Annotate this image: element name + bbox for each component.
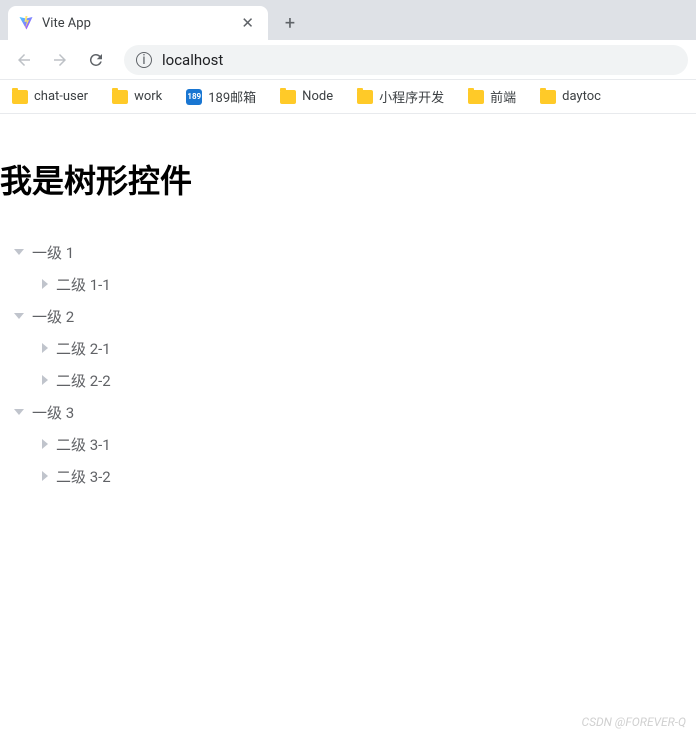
browser-tab-bar: Vite App ✕ + — [0, 0, 696, 40]
tree-node-level2[interactable]: 二级 3-2 — [0, 460, 696, 492]
tree-node-level2[interactable]: 二级 3-1 — [0, 428, 696, 460]
tree-node-level2[interactable]: 二级 1-1 — [0, 268, 696, 300]
site-info-icon[interactable]: i — [136, 52, 152, 68]
reload-icon — [87, 51, 105, 69]
bookmark-item[interactable]: 前端 — [468, 87, 516, 106]
address-bar[interactable]: i localhost — [124, 45, 688, 75]
bookmark-item[interactable]: 小程序开发 — [357, 87, 444, 106]
forward-button[interactable] — [44, 44, 76, 76]
reload-button[interactable] — [80, 44, 112, 76]
bookmark-label: daytoc — [562, 89, 601, 104]
bookmark-item[interactable]: chat-user — [12, 89, 88, 104]
browser-tab[interactable]: Vite App ✕ — [8, 6, 268, 40]
chevron-down-icon — [14, 313, 24, 319]
back-button[interactable] — [8, 44, 40, 76]
page-content: 我是树形控件 一级 1 二级 1-1 一级 2 二级 2-1 二级 2-2 一级 3 二级 … — [0, 114, 696, 492]
tab-title: Vite App — [42, 16, 229, 31]
folder-icon — [280, 90, 296, 104]
bookmark-item[interactable]: work — [112, 89, 162, 104]
tree-node-level1[interactable]: 一级 3 — [0, 396, 696, 428]
chevron-right-icon — [42, 343, 48, 353]
bookmark-label: Node — [302, 89, 333, 104]
page-title: 我是树形控件 — [0, 156, 696, 202]
chevron-right-icon — [42, 375, 48, 385]
chevron-right-icon — [42, 439, 48, 449]
tree-node-label: 二级 3-1 — [56, 434, 111, 455]
189-icon: 189 — [186, 89, 202, 105]
tree-node-label: 一级 3 — [32, 402, 74, 423]
bookmark-label: 189邮箱 — [208, 87, 256, 106]
bookmark-label: 小程序开发 — [379, 87, 444, 106]
tree-node-label: 一级 2 — [32, 306, 74, 327]
tree-node-level1[interactable]: 一级 2 — [0, 300, 696, 332]
chevron-right-icon — [42, 279, 48, 289]
bookmarks-bar: chat-user work 189 189邮箱 Node 小程序开发 前端 daytoc — [0, 80, 696, 114]
tree-control: 一级 1 二级 1-1 一级 2 二级 2-1 二级 2-2 一级 3 二级 3-1 二级 3… — [0, 236, 696, 492]
tree-node-label: 二级 1-1 — [56, 274, 111, 295]
arrow-left-icon — [15, 51, 33, 69]
tree-node-label: 一级 1 — [32, 242, 74, 263]
bookmark-label: work — [134, 89, 162, 104]
bookmark-label: 前端 — [490, 87, 516, 106]
tree-node-label: 二级 2-2 — [56, 370, 111, 391]
url-text: localhost — [162, 51, 223, 69]
bookmark-item[interactable]: 189 189邮箱 — [186, 87, 256, 106]
watermark: CSDN @FOREVER-Q — [582, 715, 687, 729]
bookmark-item[interactable]: daytoc — [540, 89, 601, 104]
bookmark-item[interactable]: Node — [280, 89, 333, 104]
vite-icon — [18, 15, 34, 31]
tree-node-level2[interactable]: 二级 2-1 — [0, 332, 696, 364]
tree-node-level2[interactable]: 二级 2-2 — [0, 364, 696, 396]
arrow-right-icon — [51, 51, 69, 69]
chevron-right-icon — [42, 471, 48, 481]
new-tab-button[interactable]: + — [276, 9, 304, 37]
chevron-down-icon — [14, 409, 24, 415]
folder-icon — [12, 90, 28, 104]
folder-icon — [540, 90, 556, 104]
bookmark-label: chat-user — [34, 89, 88, 104]
folder-icon — [112, 90, 128, 104]
browser-toolbar: i localhost — [0, 40, 696, 80]
tree-node-level1[interactable]: 一级 1 — [0, 236, 696, 268]
tree-node-label: 二级 2-1 — [56, 338, 111, 359]
chevron-down-icon — [14, 249, 24, 255]
folder-icon — [468, 90, 484, 104]
close-tab-icon[interactable]: ✕ — [237, 14, 258, 32]
tree-node-label: 二级 3-2 — [56, 466, 111, 487]
folder-icon — [357, 90, 373, 104]
